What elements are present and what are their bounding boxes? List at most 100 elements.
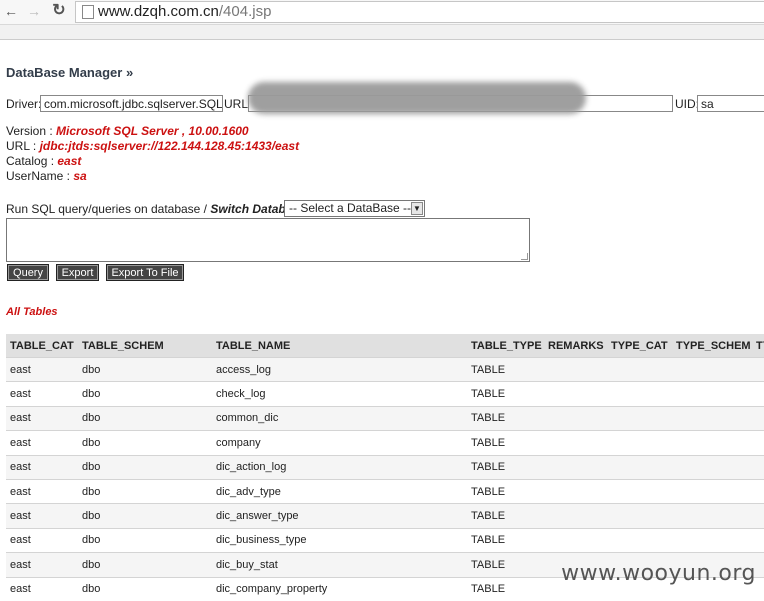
table-cell: TABLE [467, 454, 544, 480]
table-cell [672, 381, 752, 407]
catalog-line: Catalog : east [6, 154, 81, 168]
table-cell [752, 356, 764, 382]
table-cell: dic_action_log [212, 454, 467, 480]
driver-input[interactable]: com.microsoft.jdbc.sqlserver.SQLSer [40, 95, 223, 112]
page-icon [82, 5, 94, 19]
driver-label: Driver: [6, 97, 42, 111]
export-button[interactable]: Export [56, 264, 99, 281]
table-cell [752, 381, 764, 407]
table-row: east dbo common_dic TABLE [6, 405, 764, 431]
table-row: east dbo dic_business_type TABLE [6, 527, 764, 553]
forward-icon[interactable]: → [25, 2, 43, 20]
table-cell [544, 527, 607, 553]
version-line: Version : Microsoft SQL Server , 10.00.1… [6, 124, 249, 138]
table-cell [607, 405, 672, 431]
table-row: east dbo access_log TABLE [6, 356, 764, 382]
table-cell [607, 430, 672, 456]
table-cell: dbo [78, 552, 212, 578]
address-bar[interactable]: www.dzqh.com.cn/404.jsp [75, 1, 764, 23]
table-cell: common_dic [212, 405, 467, 431]
table-cell: TABLE [467, 405, 544, 431]
address-text: www.dzqh.com.cn/404.jsp [98, 3, 271, 20]
column-header: TABLE_TYPE [467, 334, 544, 358]
table-cell: dbo [78, 527, 212, 553]
dropdown-arrow-icon[interactable]: ▼ [411, 202, 423, 215]
table-cell: dbo [78, 356, 212, 382]
table-cell: TABLE [467, 478, 544, 504]
export-to-file-button[interactable]: Export To File [106, 264, 184, 281]
resize-handle-icon[interactable] [521, 253, 528, 260]
sql-textarea[interactable] [6, 218, 530, 262]
table-cell: TABLE [467, 576, 544, 601]
table-cell: TABLE [467, 552, 544, 578]
table-cell: dbo [78, 478, 212, 504]
table-cell [672, 454, 752, 480]
table-cell: TABLE [467, 527, 544, 553]
page-top-strip [0, 25, 764, 40]
all-tables-label: All Tables [6, 306, 58, 318]
column-header: REMARKS [544, 334, 607, 358]
watermark: www.wooyun.org [561, 561, 756, 586]
table-cell: east [6, 405, 78, 431]
table-cell: dbo [78, 576, 212, 601]
url-domain: www.dzqh.com.cn [98, 3, 219, 20]
column-header: TYPE_SCHEM [672, 334, 752, 358]
reload-icon[interactable]: ↻ [50, 2, 68, 20]
jdbc-url-value: jdbc:jtds:sqlserver://122.144.128.45:143… [39, 139, 300, 153]
version-label: Version : [6, 124, 53, 138]
username-value: sa [73, 169, 87, 183]
table-cell: company [212, 430, 467, 456]
table-row: east dbo dic_answer_type TABLE [6, 503, 764, 529]
database-select-value: -- Select a DataBase -- [289, 201, 412, 215]
table-cell [672, 478, 752, 504]
table-cell [607, 527, 672, 553]
table-cell: east [6, 527, 78, 553]
table-cell: east [6, 576, 78, 601]
table-cell: dic_answer_type [212, 503, 467, 529]
table-cell: dbo [78, 381, 212, 407]
table-row: east dbo dic_action_log TABLE [6, 454, 764, 480]
table-cell [544, 478, 607, 504]
query-button[interactable]: Query [7, 264, 49, 281]
column-header: TABLE_NAME [212, 334, 467, 358]
table-cell [544, 356, 607, 382]
database-select[interactable]: -- Select a DataBase -- ▼ [284, 200, 425, 217]
table-cell: dic_adv_type [212, 478, 467, 504]
table-cell: east [6, 356, 78, 382]
page-title: DataBase Manager » [6, 65, 134, 80]
username-label: UserName : [6, 169, 71, 183]
column-header: TY [752, 334, 764, 358]
table-cell: access_log [212, 356, 467, 382]
table-cell [607, 356, 672, 382]
uid-input[interactable]: sa [697, 95, 764, 112]
table-cell [752, 503, 764, 529]
table-cell: east [6, 430, 78, 456]
table-cell: TABLE [467, 430, 544, 456]
table-cell [544, 454, 607, 480]
table-cell [544, 430, 607, 456]
sql-query-label: Run SQL query/queries on database / Swit… [6, 202, 313, 216]
table-cell: dic_buy_stat [212, 552, 467, 578]
table-cell: TABLE [467, 356, 544, 382]
table-cell [607, 478, 672, 504]
table-cell [544, 405, 607, 431]
table-cell: east [6, 478, 78, 504]
table-cell: east [6, 552, 78, 578]
table-cell: dbo [78, 454, 212, 480]
column-header: TYPE_CAT [607, 334, 672, 358]
table-cell [672, 405, 752, 431]
table-row: east dbo dic_adv_type TABLE [6, 478, 764, 504]
table-cell [672, 527, 752, 553]
table-cell: TABLE [467, 503, 544, 529]
table-cell: TABLE [467, 381, 544, 407]
table-cell: dbo [78, 503, 212, 529]
table-cell [607, 381, 672, 407]
back-icon[interactable]: ← [2, 2, 20, 20]
version-value: Microsoft SQL Server , 10.00.1600 [56, 124, 249, 138]
jdbc-url-line: URL : jdbc:jtds:sqlserver://122.144.128.… [6, 139, 299, 153]
table-cell [752, 430, 764, 456]
table-cell [752, 405, 764, 431]
browser-toolbar: ← → ↻ www.dzqh.com.cn/404.jsp [0, 0, 764, 25]
catalog-value: east [57, 154, 82, 168]
uid-label: UID: [675, 97, 699, 111]
